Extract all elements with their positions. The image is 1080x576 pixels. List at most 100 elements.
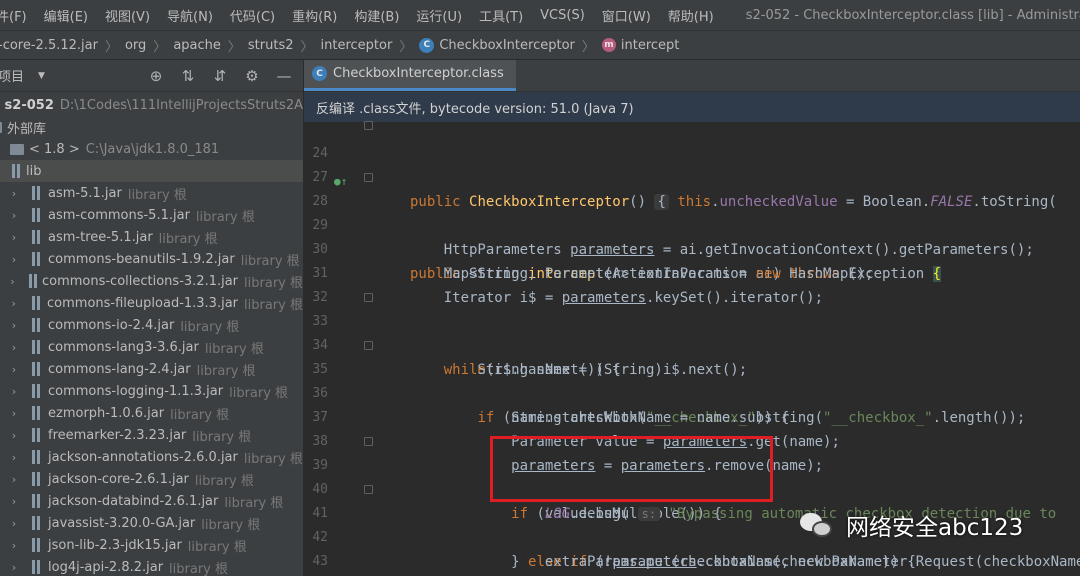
tree-jar-item[interactable]: › commons-collections-3.2.1.jar library 根 bbox=[0, 270, 303, 292]
menu-vcs[interactable]: VCS(S) bbox=[531, 8, 593, 23]
jar-label: jackson-databind-2.6.1.jar bbox=[48, 493, 219, 509]
tree-jar-item[interactable]: › commons-io-2.4.jar library 根 bbox=[0, 314, 303, 336]
breadcrumb-interceptor[interactable]: interceptor bbox=[321, 38, 393, 53]
chevron-right-icon[interactable]: › bbox=[8, 209, 20, 222]
tree-jar-item[interactable]: › log4j-api-2.8.2.jar library 根 bbox=[0, 556, 303, 576]
jar-icon bbox=[30, 406, 42, 420]
expand-all-icon[interactable]: ⇅ bbox=[177, 65, 199, 87]
tree-jar-item[interactable]: › commons-lang-2.4.jar library 根 bbox=[0, 358, 303, 380]
tree-lib-folder[interactable]: lib bbox=[0, 160, 303, 182]
breadcrumb-org[interactable]: org bbox=[125, 38, 146, 53]
tree-jar-item[interactable]: › jackson-core-2.6.1.jar library 根 bbox=[0, 468, 303, 490]
chevron-right-icon[interactable]: › bbox=[8, 429, 20, 442]
tree-jdk[interactable]: < 1.8 > C:\Java\jdk1.8.0_181 bbox=[0, 138, 303, 160]
jar-label: jackson-core-2.6.1.jar bbox=[48, 471, 189, 487]
chevron-right-icon[interactable]: › bbox=[8, 539, 20, 552]
menu-build[interactable]: 构建(B) bbox=[345, 6, 407, 25]
tree-jar-item[interactable]: › jackson-annotations-2.6.0.jar library 根 bbox=[0, 446, 303, 468]
tree-jar-item[interactable]: › javassist-3.20.0-GA.jar library 根 bbox=[0, 512, 303, 534]
code-line-30: 30 Map<String, Parameter> extraParams = … bbox=[304, 214, 1080, 282]
chevron-right-icon: 〉 bbox=[399, 39, 413, 55]
code-line-24: 24 public CheckboxInterceptor() { this.u… bbox=[304, 118, 1080, 210]
fold-icon[interactable] bbox=[364, 121, 373, 130]
tree-jar-item[interactable]: › commons-logging-1.1.3.jar library 根 bbox=[0, 380, 303, 402]
tab-checkbox-interceptor[interactable]: C CheckboxInterceptor.class bbox=[304, 60, 516, 91]
menu-navigate[interactable]: 导航(N) bbox=[158, 6, 221, 25]
chevron-right-icon[interactable]: › bbox=[8, 561, 20, 574]
menu-view[interactable]: 视图(V) bbox=[96, 6, 158, 25]
chevron-right-icon[interactable]: › bbox=[8, 187, 20, 200]
tree-root[interactable]: s2-052 D:\1Codes\111IntellijProjectsStru… bbox=[0, 94, 303, 116]
menu-tools[interactable]: 工具(T) bbox=[470, 6, 531, 25]
collapse-all-icon[interactable]: ⇵ bbox=[209, 65, 231, 87]
chevron-right-icon[interactable]: › bbox=[8, 385, 20, 398]
jar-label: freemarker-2.3.23.jar bbox=[48, 427, 187, 443]
tree-jar-item[interactable]: › jackson-databind-2.6.1.jar library 根 bbox=[0, 490, 303, 512]
chevron-right-icon[interactable]: › bbox=[8, 297, 20, 310]
jar-label: commons-beanutils-1.9.2.jar bbox=[48, 251, 235, 267]
tree-jar-item[interactable]: › commons-lang3-3.6.jar library 根 bbox=[0, 336, 303, 358]
jar-icon bbox=[30, 340, 42, 354]
chevron-right-icon[interactable]: › bbox=[8, 495, 20, 508]
tree-jar-item[interactable]: › asm-5.1.jar library 根 bbox=[0, 182, 303, 204]
library-root-tag: library 根 bbox=[169, 561, 229, 576]
project-panel-header: 项目 ▼ ⊕ ⇅ ⇵ ⚙ — bbox=[0, 60, 303, 92]
tree-jar-item[interactable]: › freemarker-2.3.23.jar library 根 bbox=[0, 424, 303, 446]
minimize-icon[interactable]: — bbox=[273, 65, 295, 87]
code-line-36: 36 String checkboxName = name.substring(… bbox=[304, 358, 1080, 426]
chevron-right-icon[interactable]: › bbox=[8, 407, 20, 420]
fold-icon[interactable] bbox=[364, 485, 373, 494]
menu-window[interactable]: 窗口(W) bbox=[593, 6, 659, 25]
menu-help[interactable]: 帮助(H) bbox=[659, 6, 722, 25]
jar-label: commons-io-2.4.jar bbox=[48, 317, 175, 333]
tree-jar-item[interactable]: › commons-fileupload-1.3.3.jar library 根 bbox=[0, 292, 303, 314]
menu-refactor[interactable]: 重构(R) bbox=[283, 6, 345, 25]
panel-toolbar: ⊕ ⇅ ⇵ ⚙ — bbox=[135, 60, 295, 92]
jar-label: json-lib-2.3-jdk15.jar bbox=[48, 537, 182, 553]
chevron-right-icon[interactable]: › bbox=[8, 319, 20, 332]
breadcrumb-class-label: CheckboxInterceptor bbox=[439, 37, 575, 53]
menu-code[interactable]: 代码(C) bbox=[221, 6, 283, 25]
tree-jar-item[interactable]: › json-lib-2.3-jdk15.jar library 根 bbox=[0, 534, 303, 556]
jar-label: asm-tree-5.1.jar bbox=[48, 229, 153, 245]
fold-icon[interactable] bbox=[364, 437, 373, 446]
library-root-tag: library 根 bbox=[180, 319, 240, 335]
breadcrumb-jar[interactable]: -core-2.5.12.jar bbox=[0, 38, 98, 53]
fold-icon[interactable] bbox=[364, 173, 373, 182]
chevron-right-icon[interactable]: › bbox=[8, 473, 20, 486]
breadcrumb-class[interactable]: C CheckboxInterceptor bbox=[419, 37, 575, 53]
project-panel-title[interactable]: 项目 bbox=[0, 66, 24, 85]
library-root-tag: library 根 bbox=[187, 539, 247, 555]
menu-edit[interactable]: 编辑(E) bbox=[35, 6, 96, 25]
chevron-right-icon[interactable]: › bbox=[8, 363, 20, 376]
library-root-tag: library 根 bbox=[170, 407, 230, 423]
watermark: 网络安全abc123 bbox=[800, 508, 1023, 542]
breadcrumb-method[interactable]: m intercept bbox=[601, 38, 679, 53]
chevron-right-icon[interactable]: › bbox=[8, 253, 20, 266]
chevron-right-icon[interactable]: › bbox=[8, 341, 20, 354]
menu-run[interactable]: 运行(U) bbox=[407, 6, 470, 25]
wechat-icon bbox=[800, 510, 834, 540]
fold-icon[interactable] bbox=[364, 293, 373, 302]
menu-file[interactable]: 件(F) bbox=[0, 6, 35, 25]
gear-icon[interactable]: ⚙ bbox=[241, 65, 263, 87]
tree-jar-item[interactable]: › commons-beanutils-1.9.2.jar library 根 bbox=[0, 248, 303, 270]
chevron-right-icon[interactable]: › bbox=[8, 275, 17, 288]
library-root-tag: library 根 bbox=[196, 363, 256, 379]
chevron-right-icon[interactable]: › bbox=[8, 231, 20, 244]
chevron-right-icon[interactable]: › bbox=[8, 517, 20, 530]
code-line-35: 35 if (name.startsWith("__checkbox_")) { bbox=[304, 334, 1080, 426]
chevron-right-icon[interactable]: › bbox=[8, 451, 20, 464]
chevron-down-icon[interactable]: ▼ bbox=[38, 71, 45, 81]
breadcrumb-struts2[interactable]: struts2 bbox=[248, 38, 294, 53]
tree-jar-item[interactable]: › asm-tree-5.1.jar library 根 bbox=[0, 226, 303, 248]
tree-jdk-path: C:\Java\jdk1.8.0_181 bbox=[85, 141, 220, 157]
library-root-tag: library 根 bbox=[244, 297, 303, 313]
locate-icon[interactable]: ⊕ bbox=[145, 65, 167, 87]
fold-icon[interactable] bbox=[364, 341, 373, 350]
tree-external-libs[interactable]: 外部库 bbox=[0, 116, 303, 138]
tree-jar-item[interactable]: › asm-commons-5.1.jar library 根 bbox=[0, 204, 303, 226]
chevron-right-icon: 〉 bbox=[581, 39, 595, 55]
breadcrumb-apache[interactable]: apache bbox=[173, 38, 221, 53]
tree-jar-item[interactable]: › ezmorph-1.0.6.jar library 根 bbox=[0, 402, 303, 424]
